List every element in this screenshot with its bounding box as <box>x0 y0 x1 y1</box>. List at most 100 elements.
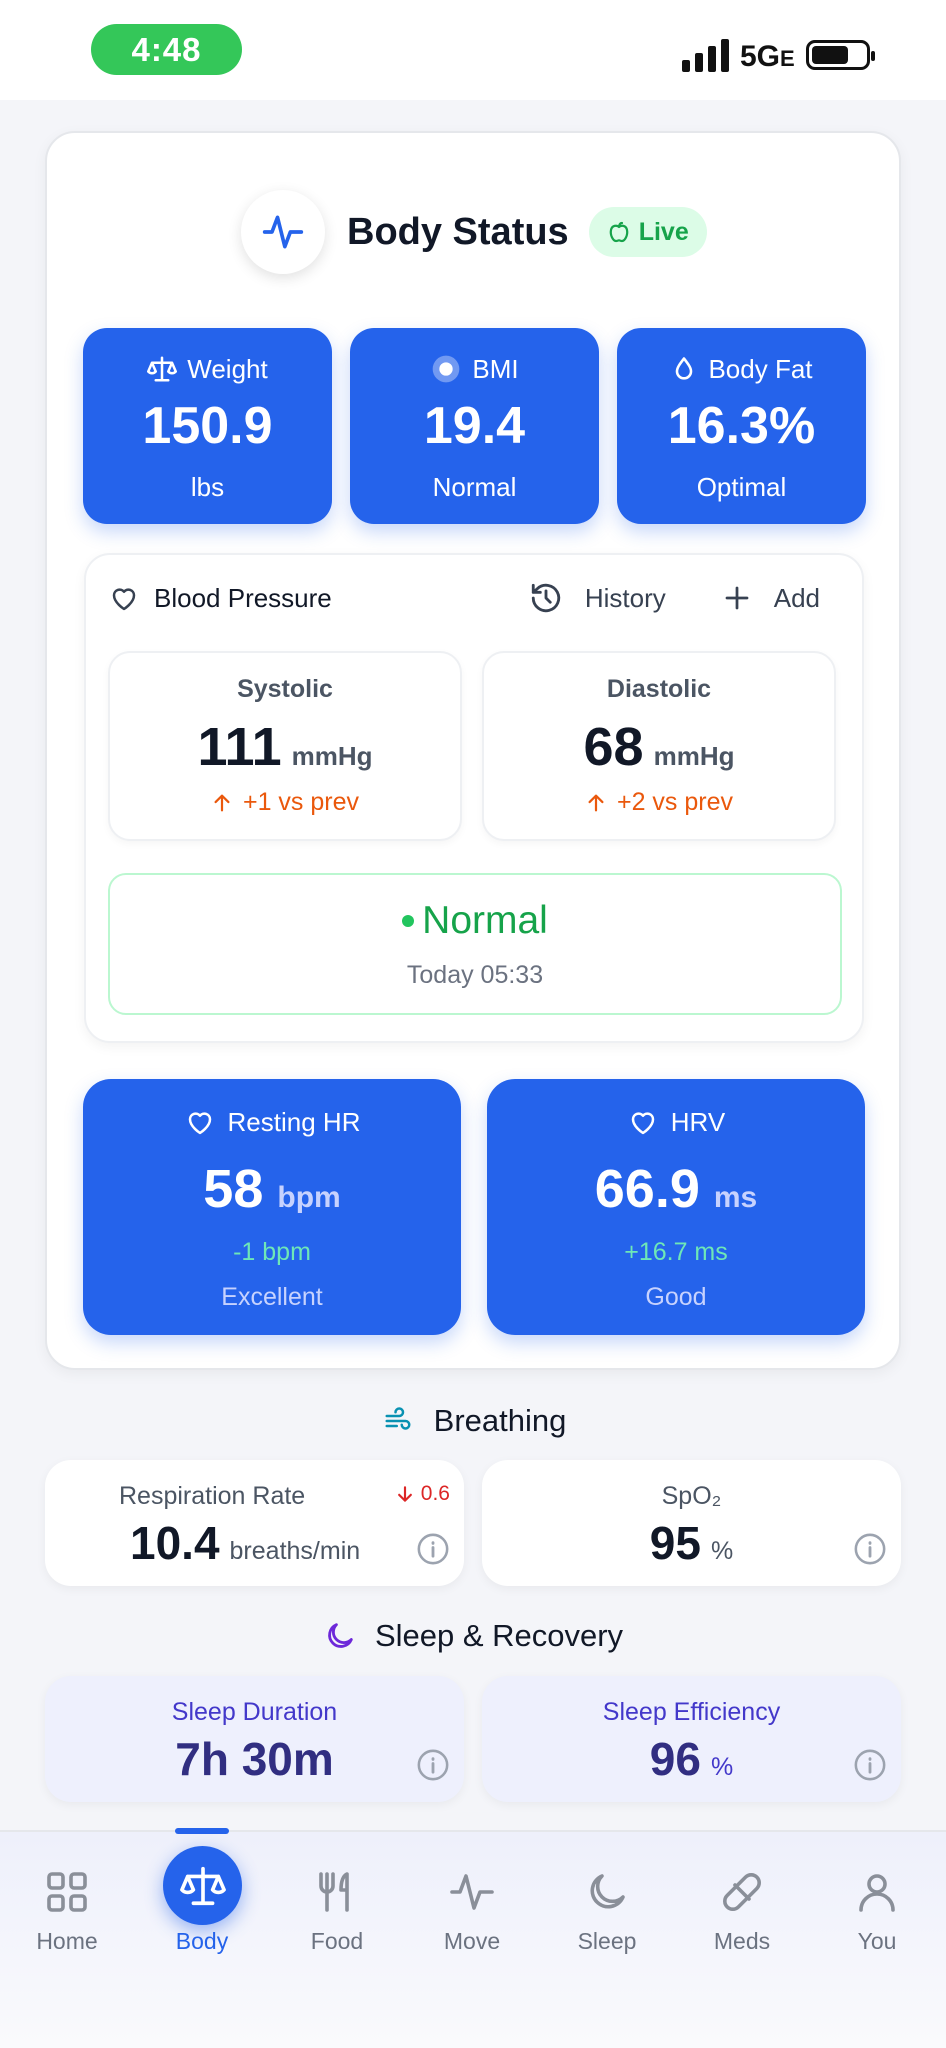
heart-icon <box>112 587 136 610</box>
sleep-duration-value: 7h 30m <box>175 1733 334 1785</box>
user-icon <box>859 1874 895 1912</box>
nav-you[interactable]: You <box>817 1832 937 2002</box>
weight-card[interactable]: Weight 150.9 lbs <box>83 328 332 524</box>
heart-icon <box>631 1111 655 1134</box>
live-badge-label: Live <box>638 217 689 246</box>
resting-hr-label: Resting HR <box>227 1107 361 1137</box>
add-label: Add <box>773 582 820 613</box>
blood-pressure-heading: Blood Pressure <box>108 583 332 614</box>
systolic-value: 111 <box>197 717 282 777</box>
diastolic-change: +2 vs prev <box>585 788 733 817</box>
heart-icon <box>188 1111 211 1134</box>
nav-label: Sleep <box>577 1928 637 1954</box>
blood-pressure-status: Normal Today 05:33 <box>108 873 842 1015</box>
target-icon <box>433 355 460 383</box>
nav-label: Body <box>175 1928 229 1954</box>
hrv-unit: ms <box>713 1181 758 1214</box>
sleep-duration-label: Sleep Duration <box>171 1698 338 1726</box>
arrow-up-icon <box>214 794 230 811</box>
info-icon[interactable] <box>416 1532 450 1566</box>
resting-hr-rating: Excellent <box>221 1283 323 1311</box>
hrv-label: HRV <box>670 1107 726 1137</box>
live-badge: Live <box>588 207 707 257</box>
sleep-efficiency-label: Sleep Efficiency <box>602 1698 781 1726</box>
info-icon[interactable] <box>853 1532 887 1566</box>
heart-metrics: Resting HR 58 bpm -1 bpm Excellent HRV 6… <box>83 1079 865 1335</box>
info-icon[interactable] <box>853 1748 887 1782</box>
bmi-status: Normal <box>432 472 517 502</box>
history-icon <box>531 583 560 613</box>
body-fat-card[interactable]: Body Fat 16.3% Optimal <box>617 328 866 524</box>
active-tab-indicator <box>175 1828 229 1834</box>
info-icon[interactable] <box>416 1748 450 1782</box>
scale-icon <box>179 1866 226 1905</box>
respiration-rate-card[interactable]: Respiration Rate 0.6 10.4 breaths/min <box>45 1460 464 1586</box>
nav-home[interactable]: Home <box>7 1832 127 2002</box>
diastolic-box: Diastolic 68 mmHg +2 vs prev <box>482 651 836 841</box>
blood-pressure-card: Blood Pressure History Add Systolic 111 … <box>84 553 864 1043</box>
resting-hr-unit: bpm <box>277 1181 341 1214</box>
nav-label: Food <box>310 1928 364 1954</box>
spo2-label: SpO₂ <box>661 1482 722 1510</box>
activity-icon <box>241 190 325 274</box>
scale-icon <box>147 356 178 382</box>
spo2-unit: % <box>710 1537 734 1565</box>
sleep-duration-card[interactable]: Sleep Duration 7h 30m <box>45 1676 464 1802</box>
resting-hr-value: 58 <box>203 1159 264 1219</box>
sleep-efficiency-card[interactable]: Sleep Efficiency 96 % <box>482 1676 901 1802</box>
body-status-header: Body Status Live <box>241 189 707 275</box>
weight-value: 150.9 <box>142 397 273 455</box>
resting-hr-change: -1 bpm <box>233 1238 311 1266</box>
network-type: 5GE <box>740 40 795 73</box>
systolic-unit: mmHg <box>291 741 373 771</box>
add-reading-button[interactable]: Add <box>722 583 820 614</box>
systolic-box: Systolic 111 mmHg +1 vs prev <box>108 651 462 841</box>
systolic-change: +1 vs prev <box>211 788 359 817</box>
history-label: History <box>584 582 666 613</box>
nav-sleep[interactable]: Sleep <box>547 1832 667 2002</box>
respiration-unit: breaths/min <box>229 1537 361 1565</box>
utensils-icon <box>319 1872 349 1912</box>
diastolic-unit: mmHg <box>653 741 735 771</box>
spo2-card[interactable]: SpO₂ 95 % <box>482 1460 901 1586</box>
metric-label: Weight <box>187 353 268 384</box>
diastolic-value: 68 <box>583 717 644 777</box>
resting-hr-card[interactable]: Resting HR 58 bpm -1 bpm Excellent <box>83 1079 461 1335</box>
wind-icon <box>385 1407 411 1430</box>
blood-pressure-actions: History Add <box>529 581 820 615</box>
moon-icon <box>328 1623 353 1648</box>
body-status-card: Body Status Live Weight 150.9 lbs BMI 19… <box>45 131 901 1370</box>
history-button[interactable]: History <box>529 581 666 615</box>
apple-icon <box>609 221 628 243</box>
activity-icon <box>450 1874 494 1910</box>
droplet-icon <box>676 357 693 380</box>
body-fat-value: 16.3% <box>667 397 816 455</box>
blood-pressure-title: Blood Pressure <box>154 583 332 613</box>
status-time: 4:48 <box>91 24 242 75</box>
sleep-section-title: Sleep & Recovery <box>0 1615 946 1657</box>
nav-label: Move <box>443 1928 501 1954</box>
nav-label: Home <box>36 1928 98 1954</box>
nav-move[interactable]: Move <box>412 1832 532 2002</box>
metric-label: Body Fat <box>708 353 813 384</box>
metric-label: BMI <box>472 353 519 384</box>
plus-icon <box>725 586 749 610</box>
pill-icon <box>723 1873 761 1911</box>
battery-icon <box>806 40 875 70</box>
body-tab-bubble[interactable] <box>163 1846 242 1925</box>
reading-timestamp: Today 05:33 <box>406 961 544 989</box>
systolic-label: Systolic <box>237 675 333 703</box>
page-title: Body Status <box>347 210 569 253</box>
nav-meds[interactable]: Meds <box>682 1832 802 2002</box>
spo2-value: 95 <box>649 1517 701 1569</box>
breathing-section-title: Breathing <box>0 1400 946 1442</box>
arrow-up-icon <box>588 794 604 811</box>
bmi-value: 19.4 <box>423 397 526 455</box>
nav-food[interactable]: Food <box>277 1832 397 2002</box>
hrv-card[interactable]: HRV 66.9 ms +16.7 ms Good <box>487 1079 865 1335</box>
respiration-delta: 0.6 <box>395 1482 450 1506</box>
weight-unit: lbs <box>190 472 225 502</box>
bottom-nav: Home Body Food Move Sleep Meds You <box>0 1830 946 2048</box>
hrv-change: +16.7 ms <box>624 1238 728 1266</box>
bmi-card[interactable]: BMI 19.4 Normal <box>350 328 599 524</box>
